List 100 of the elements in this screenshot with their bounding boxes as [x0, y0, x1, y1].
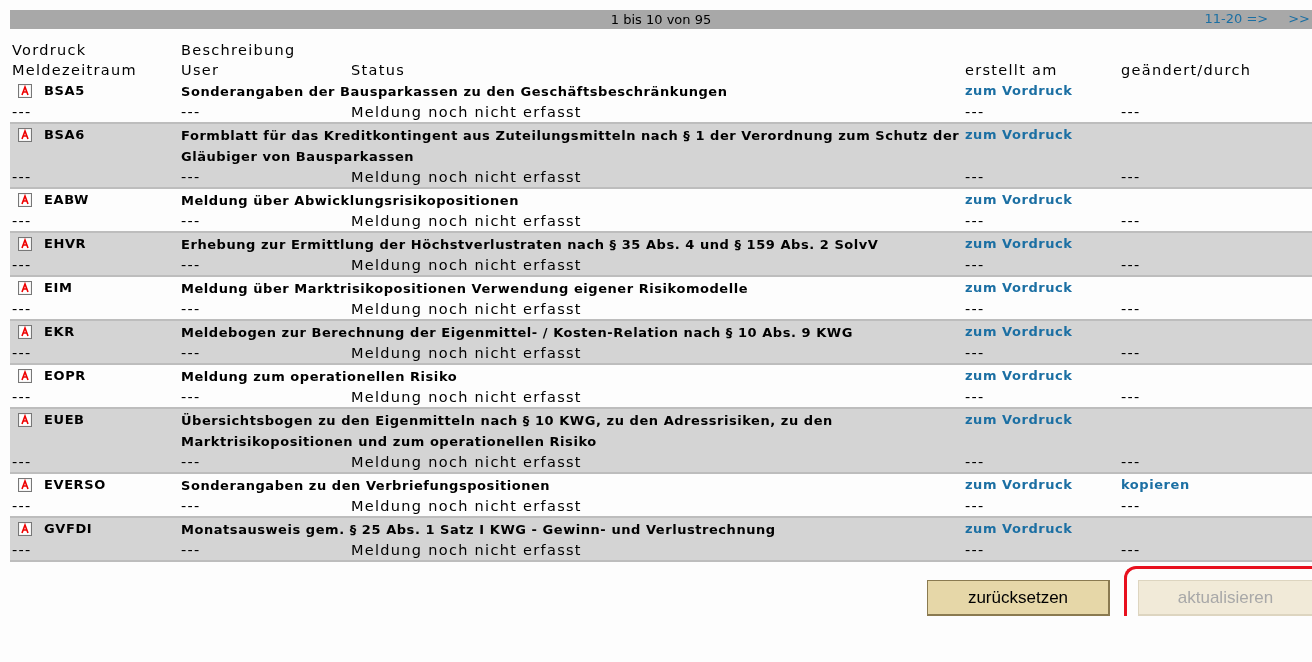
changed-cell-text: --- [1120, 168, 1142, 187]
created-cell-text: --- [964, 212, 986, 231]
form-code: BSA5 [44, 81, 85, 100]
created-cell-text: --- [964, 388, 986, 407]
form-link[interactable]: zum Vordruck [963, 189, 1119, 211]
pdf-icon[interactable] [18, 324, 32, 339]
form-description: Meldebogen zur Berechnung der Eigenmittel- / Kosten-Relation nach § 10 Abs. 9 KWG [180, 324, 854, 342]
status-cell-text: Meldung noch nicht erfasst [350, 300, 583, 319]
created-cell-text: --- [964, 300, 986, 319]
copy-link[interactable]: kopieren [1121, 474, 1190, 495]
pdf-icon[interactable] [18, 477, 32, 492]
period-cell-text: --- [11, 453, 33, 472]
user-cell-text: --- [180, 212, 202, 231]
user-cell-text: --- [180, 497, 202, 516]
form-code: EUEB [44, 410, 85, 429]
form-code: EVERSO [44, 475, 106, 494]
period-cell-text: --- [11, 256, 33, 275]
user-cell-text: --- [180, 344, 202, 363]
changed-cell-text: --- [1120, 103, 1142, 122]
form-link[interactable]: zum Vordruck [963, 233, 1119, 255]
pdf-icon[interactable] [18, 280, 32, 295]
created-cell-text: --- [964, 344, 986, 363]
created-cell-text: --- [964, 541, 986, 560]
user-cell-text: --- [180, 453, 202, 472]
pdf-icon[interactable] [18, 192, 32, 207]
period-cell-text: --- [11, 497, 33, 516]
user-cell-text: --- [180, 256, 202, 275]
form-link[interactable]: zum Vordruck [963, 80, 1119, 102]
changed-cell-text: --- [1120, 541, 1142, 560]
form-code: EABW [44, 190, 89, 209]
period-cell-text: --- [11, 388, 33, 407]
changed-cell-text: --- [1120, 212, 1142, 231]
status-cell-text: Meldung noch nicht erfasst [350, 212, 583, 231]
status-cell-text: Meldung noch nicht erfasst [350, 497, 583, 516]
pdf-icon[interactable] [18, 83, 32, 98]
form-description: Monatsausweis gem. § 25 Abs. 1 Satz I KWG - Gewinn- und Verlustrechnung [180, 521, 777, 539]
status-cell-text: Meldung noch nicht erfasst [350, 541, 583, 560]
form-link[interactable]: zum Vordruck [963, 409, 1119, 452]
pdf-icon[interactable] [18, 521, 32, 536]
column-header: geändert/durch [1120, 61, 1253, 80]
changed-cell-text: --- [1120, 344, 1142, 363]
form-description: Formblatt für das Kreditkontingent aus Zuteilungsmitteln nach § 1 der Verordnung zum Schutz der Gläubiger von Bausparkassen [180, 127, 961, 166]
status-cell-text: Meldung noch nicht erfasst [350, 453, 583, 472]
status-cell-text: Meldung noch nicht erfasst [350, 103, 583, 122]
form-description: Sonderangaben der Bausparkassen zu den Geschäftsbeschränkungen [180, 83, 729, 101]
column-header: User [180, 61, 221, 80]
period-cell-text: --- [11, 103, 33, 122]
period-cell-text: --- [11, 344, 33, 363]
status-cell-text: Meldung noch nicht erfasst [350, 256, 583, 275]
pdf-icon[interactable] [18, 127, 32, 142]
period-cell-text: --- [11, 300, 33, 319]
created-cell-text: --- [964, 453, 986, 472]
form-code: EHVR [44, 234, 87, 253]
column-header: Beschreibung [180, 41, 297, 60]
pdf-icon[interactable] [18, 412, 32, 427]
pdf-icon[interactable] [18, 236, 32, 251]
next-page-link[interactable]: 11-20 => [1204, 11, 1269, 26]
column-header: Meldezeitraum [11, 61, 138, 80]
form-code: EKR [44, 322, 75, 341]
form-description: Meldung über Abwicklungsrisikopositionen [180, 192, 520, 210]
form-code: GVFDI [44, 519, 93, 538]
form-link[interactable]: zum Vordruck [963, 321, 1119, 343]
form-description: Meldung zum operationellen Risiko [180, 368, 459, 386]
column-header: Status [350, 61, 406, 80]
form-description: Erhebung zur Ermittlung der Höchstverlustraten nach § 35 Abs. 4 und § 159 Abs. 2 SolvV [180, 236, 880, 254]
created-cell-text: --- [964, 256, 986, 275]
status-cell-text: Meldung noch nicht erfasst [350, 168, 583, 187]
reset-button[interactable]: zurücksetzen [927, 580, 1110, 616]
pdf-icon[interactable] [18, 368, 32, 383]
created-cell-text: --- [964, 497, 986, 516]
form-code: EIM [44, 278, 73, 297]
form-description: Übersichtsbogen zu den Eigenmitteln nach § 10 KWG, zu den Adressrisiken, zu den Marktrisikopositionen und zum operationellen Risiko [180, 412, 834, 451]
changed-cell-text: --- [1120, 300, 1142, 319]
user-cell-text: --- [180, 541, 202, 560]
period-cell-text: --- [11, 212, 33, 231]
column-header: erstellt am [964, 61, 1059, 80]
user-cell-text: --- [180, 103, 202, 122]
created-cell-text: --- [964, 103, 986, 122]
status-cell-text: Meldung noch nicht erfasst [350, 388, 583, 407]
form-link[interactable]: zum Vordruck [963, 518, 1119, 540]
changed-cell-text: --- [1120, 497, 1142, 516]
period-cell-text: --- [11, 541, 33, 560]
form-link[interactable]: zum Vordruck [963, 277, 1119, 299]
user-cell-text: --- [180, 388, 202, 407]
user-cell-text: --- [180, 300, 202, 319]
form-link[interactable]: zum Vordruck [963, 124, 1119, 167]
period-cell-text: --- [11, 168, 33, 187]
form-link[interactable]: zum Vordruck [963, 365, 1119, 387]
column-header: Vordruck [11, 41, 88, 60]
status-cell-text: Meldung noch nicht erfasst [350, 344, 583, 363]
changed-cell-text: --- [1120, 256, 1142, 275]
form-code: BSA6 [44, 125, 85, 144]
changed-cell-text: --- [1120, 453, 1142, 472]
user-cell-text: --- [180, 168, 202, 187]
form-description: Meldung über Marktrisikopositionen Verwendung eigener Risikomodelle [180, 280, 750, 298]
form-code: EOPR [44, 366, 86, 385]
form-description: Sonderangaben zu den Verbriefungspositionen [180, 477, 552, 495]
last-page-link[interactable]: >> [1288, 11, 1310, 26]
form-link[interactable]: zum Vordruck [963, 474, 1119, 496]
changed-cell-text: --- [1120, 388, 1142, 407]
